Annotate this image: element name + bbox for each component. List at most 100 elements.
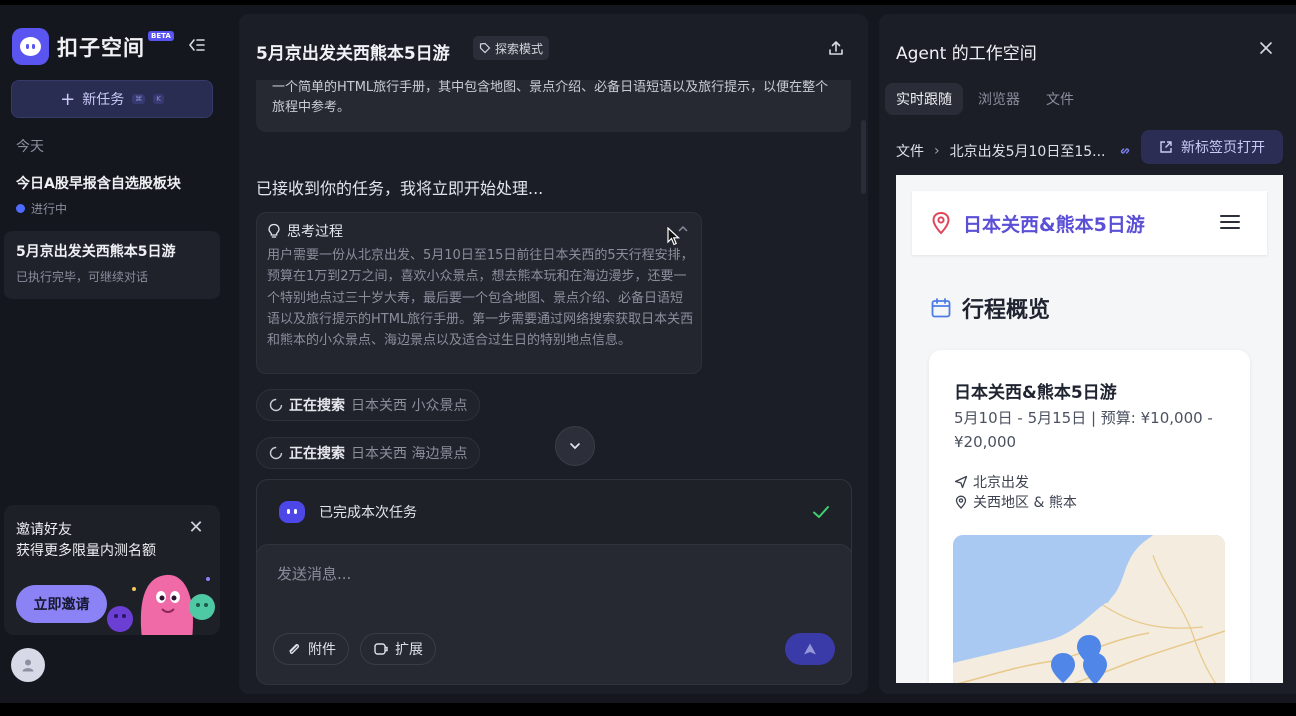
search-status-label: 正在搜索 xyxy=(289,398,345,414)
thinking-header: 思考过程 xyxy=(267,221,691,241)
invite-button[interactable]: 立即邀请 xyxy=(16,585,107,623)
logo-icon xyxy=(12,28,49,65)
agent-workspace: Agent 的工作空间 实时跟随 浏览器 文件 文件 › 北京出发5月10日至1… xyxy=(879,14,1296,694)
send-button[interactable] xyxy=(785,633,835,665)
location-pin-icon xyxy=(955,495,967,509)
hamburger-menu-icon[interactable] xyxy=(1219,213,1241,231)
open-new-tab-button[interactable]: 新标签页打开 xyxy=(1141,130,1283,164)
attach-label: 附件 xyxy=(308,642,336,658)
scroll-to-bottom-button[interactable] xyxy=(555,426,595,466)
task-status: 进行中 xyxy=(16,200,208,217)
departure-line: 北京出发 xyxy=(954,472,1029,492)
tab-files[interactable]: 文件 xyxy=(1035,83,1085,115)
puzzle-icon xyxy=(374,643,388,655)
breadcrumb-file: 北京出发5月10日至15... xyxy=(949,144,1106,160)
search-status: 正在搜索 日本关西 海边景点 xyxy=(256,437,481,469)
bot-icon xyxy=(279,501,305,523)
thinking-title: 思考过程 xyxy=(287,224,343,240)
itinerary-card-title: 日本关西&熊本5日游 xyxy=(954,383,1117,403)
invite-title: 邀请好友 xyxy=(16,522,72,538)
page-title: 5月京出发关西熊本5日游 xyxy=(256,44,450,64)
chevron-right-icon: › xyxy=(934,143,940,159)
logo-text: 扣子空间 xyxy=(57,36,145,60)
shortcut-cmd-key: ⌘ xyxy=(132,94,146,104)
chat-panel: 5月京出发关西熊本5日游 探索模式 一个简单的HTML旅行手册，其中包含地图、景… xyxy=(239,14,868,694)
user-avatar[interactable] xyxy=(11,648,45,682)
search-query: 日本关西 海边景点 xyxy=(351,446,468,462)
message-input[interactable] xyxy=(277,561,817,587)
assistant-ack-text: 已接收到你的任务，我将立即开始处理... xyxy=(256,179,544,198)
open-new-tab-label: 新标签页打开 xyxy=(1181,140,1265,156)
task-status: 已执行完毕，可继续对话 xyxy=(16,270,149,284)
chat-header: 5月京出发关西熊本5日游 探索模式 xyxy=(239,14,868,80)
workspace-tabs: 实时跟随 浏览器 文件 xyxy=(885,83,1085,115)
calendar-icon xyxy=(931,298,951,318)
chevron-down-icon xyxy=(570,443,580,450)
extend-button[interactable]: 扩展 xyxy=(360,633,436,665)
thinking-body: 用户需要一份从北京出发、5月10日至15日前往日本关西的5天行程安排，预算在1万… xyxy=(267,248,694,349)
task-title: 5月京出发关西熊本5日游 xyxy=(16,244,176,260)
task-item-active[interactable]: 5月京出发关西熊本5日游 已执行完毕，可继续对话 xyxy=(4,231,220,299)
share-icon[interactable] xyxy=(827,39,845,57)
tab-browser[interactable]: 浏览器 xyxy=(967,83,1031,115)
section-label-today: 今天 xyxy=(16,139,44,155)
extend-label: 扩展 xyxy=(395,642,423,658)
new-task-label: 新任务 xyxy=(82,92,125,108)
collapse-sidebar-icon[interactable] xyxy=(186,35,206,55)
lightbulb-icon xyxy=(268,223,280,238)
close-icon[interactable] xyxy=(1257,39,1275,57)
search-query: 日本关西 小众景点 xyxy=(351,398,468,414)
invite-subtitle: 获得更多限量内测名额 xyxy=(16,543,156,559)
tab-live-follow[interactable]: 实时跟随 xyxy=(885,83,963,115)
user-icon xyxy=(22,659,34,672)
thinking-panel[interactable]: 思考过程 用户需要一份从北京出发、5月10日至15日前往日本关西的5天行程安排，… xyxy=(256,212,702,374)
app-window: 扣子空间 BETA + 新任务 ⌘ K 今天 今日A股早报含自选股板块 进行中 5… xyxy=(0,5,1296,703)
message-list[interactable]: 一个简单的HTML旅行手册，其中包含地图、景点介绍、必备日语短语以及旅行提示，以… xyxy=(239,80,868,470)
preview-navbar: 日本关西&熊本5日游 xyxy=(912,191,1267,255)
search-status-label: 正在搜索 xyxy=(289,446,345,462)
breadcrumb-root[interactable]: 文件 xyxy=(896,141,924,161)
check-icon xyxy=(813,506,829,518)
external-link-icon xyxy=(1160,141,1172,153)
shortcut-k-key: K xyxy=(153,94,164,104)
task-complete-row: 已完成本次任务 xyxy=(279,500,831,524)
loading-spinner-icon xyxy=(269,398,283,412)
map-image[interactable] xyxy=(953,535,1225,683)
breadcrumb: 文件 › 北京出发5月10日至15... xyxy=(896,135,1132,167)
task-item[interactable]: 今日A股早报含自选股板块 进行中 xyxy=(4,163,220,221)
invite-card: 邀请好友 获得更多限量内测名额 ✕ 立即邀请 xyxy=(4,505,220,635)
message-composer: 附件 扩展 xyxy=(256,544,852,685)
paperclip-icon xyxy=(289,644,300,655)
scrollbar[interactable] xyxy=(861,120,866,194)
task-title: 今日A股早报含自选股板块 xyxy=(16,176,181,192)
in-progress-dot-icon xyxy=(16,204,25,213)
new-task-button[interactable]: + 新任务 ⌘ K xyxy=(11,80,213,118)
user-message: 一个简单的HTML旅行手册，其中包含地图、景点介绍、必备日语短语以及旅行提示，以… xyxy=(256,80,851,132)
mouse-cursor-icon xyxy=(667,227,681,246)
task-status-text: 进行中 xyxy=(31,202,68,216)
itinerary-dates-budget: 5月10日 - 5月15日 | 预算: ¥10,000 - ¥20,000 xyxy=(954,409,1213,451)
link-icon[interactable] xyxy=(1118,144,1132,158)
map-pin-icon xyxy=(932,211,950,235)
task-complete-text: 已完成本次任务 xyxy=(319,505,417,521)
loading-spinner-icon xyxy=(269,446,283,460)
search-status: 正在搜索 日本关西 小众景点 xyxy=(256,389,481,421)
mode-badge-label: 探索模式 xyxy=(495,41,544,56)
plane-icon xyxy=(954,475,968,489)
region-line: 关西地区 & 熊本 xyxy=(954,492,1077,512)
mode-badge: 探索模式 xyxy=(473,36,550,60)
close-icon[interactable]: ✕ xyxy=(187,519,205,537)
preview-heading-text: 行程概览 xyxy=(962,298,1051,323)
region-text: 关西地区 & 熊本 xyxy=(973,495,1077,511)
tag-icon xyxy=(479,42,491,54)
beta-badge: BETA xyxy=(148,31,174,41)
preview-nav-title: 日本关西&熊本5日游 xyxy=(963,214,1145,236)
plus-icon: + xyxy=(60,88,76,110)
send-arrow-icon xyxy=(804,643,816,655)
composer-area: 已完成本次任务 附件 扩展 xyxy=(256,479,852,685)
attach-button[interactable]: 附件 xyxy=(273,633,349,665)
mascot-illustration xyxy=(107,574,215,635)
logo[interactable]: 扣子空间 BETA xyxy=(12,27,222,65)
departure-text: 北京出发 xyxy=(973,475,1029,491)
html-preview[interactable]: 日本关西&熊本5日游 行程概览 日本关西&熊本5日游 5月10日 - 5月15日… xyxy=(896,175,1283,683)
